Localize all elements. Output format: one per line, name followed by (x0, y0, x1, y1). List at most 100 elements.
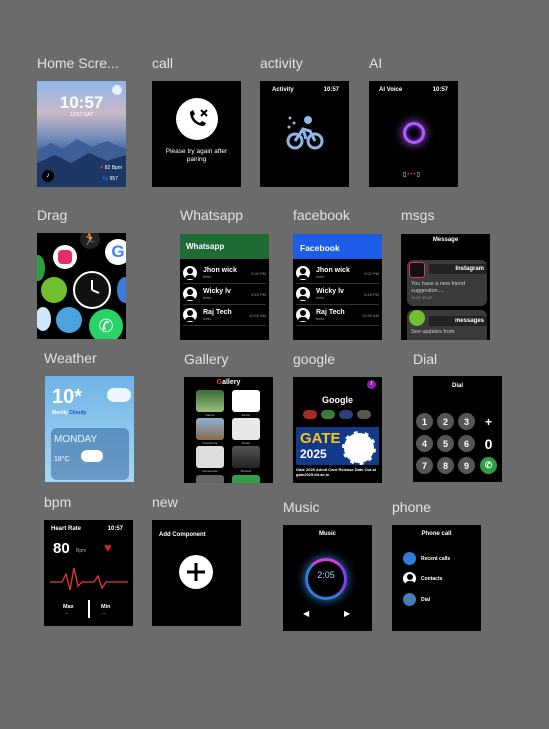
shortcut-icon[interactable] (357, 410, 371, 419)
divider (88, 600, 90, 618)
dial-key[interactable]: 6 (458, 435, 475, 452)
whatsapp-screen-preview[interactable]: Whatsapp Jhon wick hello 2:00 PM Wicky lv h… (180, 234, 269, 340)
call-screen-preview[interactable]: Please try again after pairing (152, 81, 241, 187)
dial-key[interactable]: 4 (416, 435, 433, 452)
label-gallery[interactable]: Gallery (184, 351, 228, 367)
dial-key[interactable]: 7 (416, 457, 433, 474)
label-msgs[interactable]: msgs (401, 207, 434, 223)
gallery-thumb[interactable] (232, 390, 260, 412)
contact-row[interactable]: Raj Tech hello 10:00 AM (296, 305, 379, 326)
activity-screen-preview[interactable]: Activity 10:57 (260, 81, 349, 187)
cloud-icon (107, 388, 131, 402)
label-music[interactable]: Music (283, 499, 320, 515)
music-note-icon: ♪ (42, 170, 54, 182)
profile-avatar[interactable]: r (367, 380, 376, 389)
recent-calls-icon (403, 552, 416, 565)
voice-control-dots[interactable]: ▯•••▯ (403, 171, 421, 178)
activity-title: Activity (272, 87, 294, 93)
gallery-thumb[interactable] (196, 446, 224, 468)
label-new[interactable]: new (152, 494, 178, 510)
activity-time: 10:57 (323, 87, 339, 93)
shortcut-youtube-icon[interactable] (303, 410, 317, 419)
gallery-thumb[interactable] (196, 418, 224, 440)
contact-row[interactable]: Jhon wick hello 2:00 PM (183, 263, 266, 284)
label-activity[interactable]: activity (260, 55, 303, 71)
weather-condition: Mostly Cloudy (52, 410, 87, 416)
news-image[interactable]: GATE 2025 (296, 427, 379, 465)
previous-button[interactable]: ◀ (303, 609, 309, 618)
dial-key[interactable]: 0 (480, 435, 497, 452)
dial-title: Dial (451, 383, 463, 389)
phone-menu-item[interactable]: Dial (403, 593, 430, 606)
google-screen-preview[interactable]: r Google GATE 2025 Gate 2025 Admit Card … (293, 377, 382, 483)
phone-screen-preview[interactable]: Phone call Recent calls Contacts Dial (392, 525, 481, 631)
home-time: 10:57 (59, 93, 104, 112)
contact-row[interactable]: Jhon wick hello 2:00 PM (296, 263, 379, 284)
gallery-thumb[interactable] (232, 475, 260, 483)
call-button[interactable]: ✆ (480, 457, 497, 474)
avatar-icon (296, 308, 310, 322)
msgs-header: Message (432, 237, 459, 243)
app-bubble-green (37, 255, 45, 281)
bpm-unit: Bpm (76, 548, 87, 554)
shortcut-icon[interactable] (339, 410, 353, 419)
dial-icon (403, 593, 416, 606)
phone-menu-item[interactable]: Contacts (403, 572, 442, 585)
phone-menu-item[interactable]: Recent calls (403, 552, 450, 565)
dial-screen-preview[interactable]: Dial 1 2 3 + 4 5 6 0 7 8 9 ✆ (413, 376, 502, 482)
add-component-button[interactable] (179, 555, 213, 589)
news-caption: Gate 2025 Admit Card Release Date Out at… (296, 467, 377, 477)
label-google[interactable]: google (293, 351, 335, 367)
dial-key[interactable]: 2 (437, 413, 454, 430)
label-facebook[interactable]: facebook (293, 207, 350, 223)
contact-row[interactable]: Raj Tech hello 10:00 AM (183, 305, 266, 326)
contact-row[interactable]: Wicky lv hello 3:45 PM (296, 284, 379, 305)
weather-screen-preview[interactable]: 10* Mostly Cloudy MONDAY 18°C (45, 376, 134, 482)
gallery-thumb[interactable] (232, 418, 260, 440)
app-bubble-light (37, 307, 51, 331)
dial-key[interactable]: 5 (437, 435, 454, 452)
label-phone[interactable]: phone (392, 499, 431, 515)
facebook-screen-preview[interactable]: Facebook Jhon wick hello 2:00 PM Wicky lv h… (293, 234, 382, 340)
gallery-thumb[interactable] (196, 390, 224, 412)
gallery-screen-preview[interactable]: Gallery Nature Family Friends trip Notes… (184, 377, 273, 483)
bpm-screen-preview[interactable]: Heart Rate 10:57 80 Bpm ♥ Max -- Min -- (44, 520, 133, 626)
dial-key[interactable]: 9 (458, 457, 475, 474)
notification-card[interactable]: Instagram You have a new friend suggesti… (407, 260, 487, 306)
ai-title: AI Voice (379, 87, 403, 93)
dial-key[interactable]: 1 (416, 413, 433, 430)
avatar-icon (183, 308, 197, 322)
dial-key[interactable]: + (480, 413, 497, 430)
home-screen-preview[interactable]: 10:57 12/07 SAT ♪ ♥ 82 Bpm 👣 957 (37, 81, 126, 187)
label-whatsapp[interactable]: Whatsapp (180, 207, 243, 223)
contact-row[interactable]: Wicky lv hello 9:45 PM (183, 284, 266, 305)
notification-card[interactable]: messages See updates from (407, 310, 487, 340)
label-bpm[interactable]: bpm (44, 494, 71, 510)
home-steps: 👣 957 (102, 176, 118, 182)
weather-temp: 10* (52, 386, 83, 408)
add-component-title: Add Component (159, 532, 206, 538)
heart-rate-graph (50, 567, 128, 591)
label-home-screen[interactable]: Home Scre... (37, 55, 119, 71)
music-time: 2:05 (317, 570, 335, 580)
label-weather[interactable]: Weather (44, 350, 97, 366)
max-value: -- (65, 611, 69, 617)
label-call[interactable]: call (152, 55, 173, 71)
dial-key[interactable]: 8 (437, 457, 454, 474)
whatsapp-icon: ✆ (89, 309, 123, 339)
instagram-icon (409, 262, 425, 278)
ai-screen-preview[interactable]: AI Voice 10:57 ▯•••▯ (369, 81, 458, 187)
new-screen-preview[interactable]: Add Component (152, 520, 241, 626)
shortcut-icon[interactable] (321, 410, 335, 419)
next-button[interactable]: ▶ (344, 609, 350, 618)
label-ai[interactable]: AI (369, 55, 382, 71)
label-drag[interactable]: Drag (37, 207, 67, 223)
drag-screen-preview[interactable]: 🏃 G ✆ (37, 233, 126, 339)
dial-key[interactable]: 3 (458, 413, 475, 430)
gallery-thumb[interactable] (232, 446, 260, 468)
running-icon: 🏃 (80, 233, 100, 249)
gallery-thumb[interactable] (196, 475, 224, 483)
label-dial[interactable]: Dial (413, 351, 437, 367)
music-screen-preview[interactable]: Music 2:05 ◀ ▶ (283, 525, 372, 631)
msgs-screen-preview[interactable]: Message Instagram You have a new friend … (401, 234, 490, 340)
